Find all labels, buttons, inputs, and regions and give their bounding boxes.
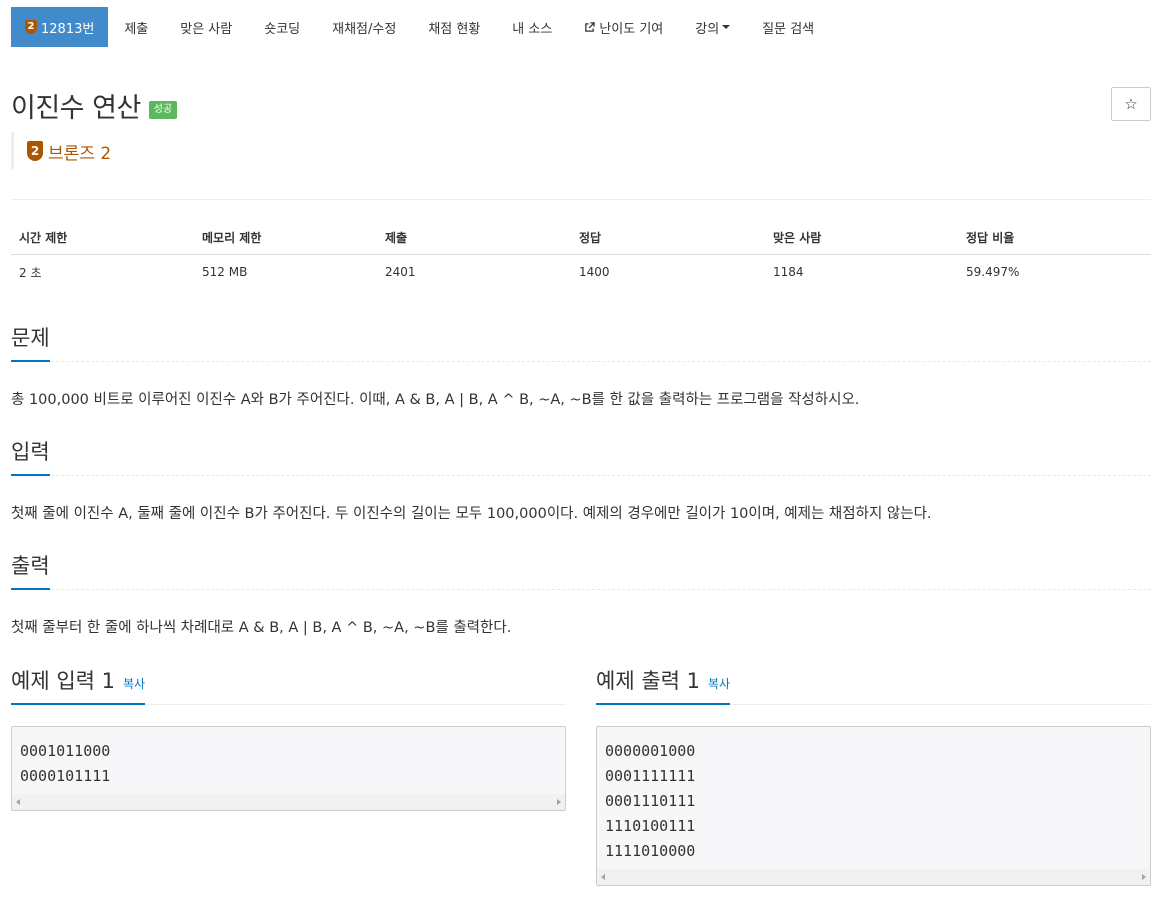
sample-output-title-text: 예제 출력 1 (596, 669, 700, 693)
nav-rejudge-label: 재채점/수정 (332, 21, 397, 37)
sample-output-line: 1111010000 (605, 842, 696, 860)
nav-accepted-users[interactable]: 맞은 사람 (164, 7, 248, 47)
nav-my-source[interactable]: 내 소스 (496, 7, 568, 47)
nav-lecture-dropdown[interactable]: 강의 (679, 7, 746, 47)
problem-nav: 2 12813번 제출 맞은 사람 숏코딩 재채점/수정 채점 현황 내 소스 … (11, 7, 830, 47)
status-badge: 성공 (148, 100, 178, 119)
table-row: 2 초 512 MB 2401 1400 1184 59.497% (11, 254, 1151, 290)
scroll-left-icon[interactable] (601, 874, 605, 880)
sample-input-line: 0001011000 (20, 742, 111, 760)
star-icon: ☆ (1124, 95, 1138, 113)
col-submissions: 제출 (377, 222, 571, 255)
tier-shield-icon: 2 (27, 141, 43, 161)
nav-short-coding[interactable]: 숏코딩 (248, 7, 316, 47)
scroll-right-icon[interactable] (1142, 874, 1146, 880)
sample-output-line: 0001111111 (605, 767, 696, 785)
sample-output-head: 예제 출력 1 복사 (596, 665, 1151, 705)
sample-output-box[interactable]: 0000001000 0001111111 0001110111 1110100… (596, 726, 1151, 886)
section-input-head: 입력 (11, 436, 1151, 476)
nav-status-label: 채점 현황 (428, 21, 481, 37)
nav-question-search-label: 질문 검색 (762, 21, 815, 37)
submissions-value: 2401 (385, 265, 416, 280)
external-link-icon (584, 21, 596, 33)
page-title: 이진수 연산 (11, 93, 141, 124)
section-output-title: 출력 (11, 550, 50, 590)
sample-output-lines: 0000001000 0001111111 0001110111 1110100… (597, 727, 1150, 870)
col-memory-limit: 메모리 제한 (194, 222, 377, 255)
nav-accepted-users-label: 맞은 사람 (180, 21, 233, 37)
nav-submit[interactable]: 제출 (108, 7, 164, 47)
scroll-right-icon[interactable] (557, 799, 561, 805)
sample-output-line: 1110100111 (605, 817, 696, 835)
accepted-users-value: 1184 (773, 265, 804, 280)
nav-difficulty-contrib-label: 난이도 기여 (599, 21, 664, 37)
caret-down-icon (722, 25, 731, 29)
problem-description: 총 100,000 비트로 이루어진 이진수 A와 B가 주어진다. 이때, A… (11, 392, 860, 408)
nav-problem-id[interactable]: 2 12813번 (11, 7, 109, 47)
col-time-limit: 시간 제한 (11, 222, 194, 255)
sample-input-lines: 0001011000 0000101111 (12, 727, 565, 795)
copy-sample-input-button[interactable]: 복사 (123, 677, 145, 691)
nav-status[interactable]: 채점 현황 (412, 7, 496, 47)
input-description: 첫째 줄에 이진수 A, 둘째 줄에 이진수 B가 주어진다. 두 이진수의 길… (11, 506, 932, 522)
nav-short-coding-label: 숏코딩 (264, 21, 301, 37)
section-input-title: 입력 (11, 436, 50, 476)
table-header-row: 시간 제한 메모리 제한 제출 정답 맞은 사람 정답 비율 (11, 222, 1151, 255)
tier-badge-icon: 2 (25, 20, 37, 34)
star-button[interactable]: ☆ (1111, 87, 1151, 121)
sample-output-line: 0001110111 (605, 792, 696, 810)
nav-lecture-label: 강의 (695, 21, 720, 37)
nav-my-source-label: 내 소스 (512, 21, 553, 37)
nav-difficulty-contrib[interactable]: 난이도 기여 (568, 7, 679, 47)
section-output-head: 출력 (11, 550, 1151, 590)
nav-rejudge[interactable]: 재채점/수정 (316, 7, 412, 47)
sample-output-title: 예제 출력 1 복사 (596, 665, 731, 705)
nav-submit-label: 제출 (124, 21, 149, 37)
sample-input-line: 0000101111 (20, 767, 111, 785)
col-accept-ratio: 정답 비율 (958, 222, 1151, 255)
accepted-value: 1400 (579, 265, 610, 280)
section-problem-title: 문제 (11, 322, 50, 362)
title-row: 이진수 연산 성공 (11, 86, 178, 125)
time-limit-value: 2 초 (19, 265, 42, 280)
horizontal-scrollbar[interactable] (597, 869, 1150, 885)
sample-input-box[interactable]: 0001011000 0000101111 (11, 726, 566, 811)
nav-question-search[interactable]: 질문 검색 (746, 7, 830, 47)
memory-limit-value: 512 MB (202, 265, 248, 280)
col-accepted-users: 맞은 사람 (765, 222, 958, 255)
problem-info-table: 시간 제한 메모리 제한 제출 정답 맞은 사람 정답 비율 2 초 512 M… (11, 222, 1151, 290)
accept-ratio-value: 59.497% (966, 265, 1020, 280)
tier-info: 2 브론즈 2 (11, 132, 111, 170)
col-accepted: 정답 (571, 222, 765, 255)
tier-label[interactable]: 브론즈 2 (48, 139, 111, 164)
copy-sample-output-button[interactable]: 복사 (708, 677, 730, 691)
nav-problem-id-label: 12813번 (41, 21, 95, 37)
sample-input-head: 예제 입력 1 복사 (11, 665, 566, 705)
divider (11, 199, 1151, 200)
output-description: 첫째 줄부터 한 줄에 하나씩 차례대로 A & B, A | B, A ^ B… (11, 620, 512, 636)
section-problem-head: 문제 (11, 322, 1151, 362)
sample-input-title-text: 예제 입력 1 (11, 669, 115, 693)
sample-input-title: 예제 입력 1 복사 (11, 665, 146, 705)
scroll-left-icon[interactable] (16, 799, 20, 805)
horizontal-scrollbar[interactable] (12, 794, 565, 810)
sample-output-line: 0000001000 (605, 742, 696, 760)
